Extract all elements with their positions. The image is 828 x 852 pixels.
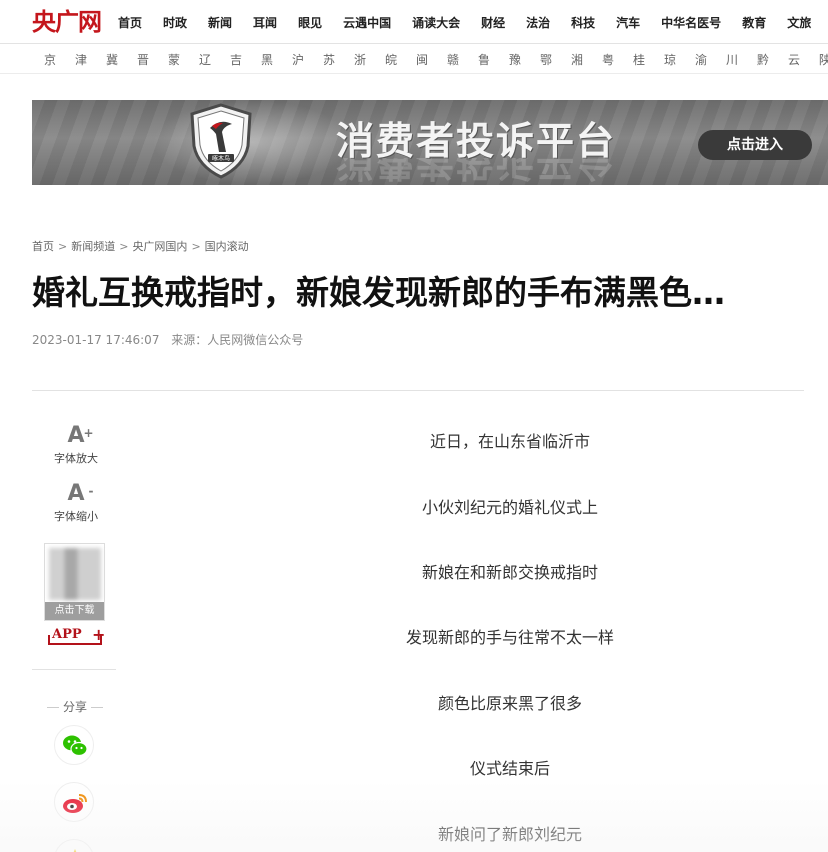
breadcrumb-item[interactable]: 首页: [32, 240, 54, 253]
font-decrease-icon: A-: [67, 481, 94, 506]
breadcrumb-item[interactable]: 新闻频道: [71, 240, 115, 253]
province-link[interactable]: 皖: [385, 51, 416, 68]
font-increase-icon: A +: [67, 423, 94, 448]
article-paragraph: 近日，在山东省临沂市: [429, 432, 590, 451]
nav-item[interactable]: 汽车: [616, 14, 640, 31]
app-label: APP: [52, 627, 82, 642]
tool-divider: [32, 669, 116, 670]
publish-date: 2023-01-17 17:46:07: [32, 333, 160, 347]
nav-item[interactable]: 法治: [526, 14, 550, 31]
province-link[interactable]: 晋: [137, 51, 168, 68]
province-link[interactable]: 冀: [106, 51, 137, 68]
province-link[interactable]: 湘: [571, 51, 602, 68]
breadcrumb-item[interactable]: 国内滚动: [205, 240, 249, 253]
province-link[interactable]: 鲁: [478, 51, 509, 68]
province-bar: 京津冀晋蒙辽吉黑沪苏浙皖闽赣鲁豫鄂湘粤桂琼渝川黔云陕: [0, 44, 828, 74]
article-paragraph: 新娘问了新郎刘纪元: [437, 825, 582, 844]
province-link[interactable]: 陕: [819, 51, 828, 68]
province-link[interactable]: 闽: [416, 51, 447, 68]
nav-item[interactable]: 首页: [118, 14, 142, 31]
province-link[interactable]: 桂: [633, 51, 664, 68]
app-link[interactable]: APP +: [48, 625, 106, 647]
article-paragraph: 仪式结束后: [469, 759, 550, 778]
province-divider: [0, 73, 828, 74]
province-link[interactable]: 渝: [695, 51, 726, 68]
share-heading: 分享: [38, 698, 112, 715]
weibo-icon: [63, 794, 87, 813]
province-link[interactable]: 黔: [757, 51, 788, 68]
banner-title-reflection: 消费者投诉平台: [336, 158, 617, 184]
province-link[interactable]: 吉: [230, 51, 261, 68]
breadcrumb-separator: >: [119, 240, 129, 253]
nav-item[interactable]: 教育: [742, 14, 766, 31]
share-qzone-button[interactable]: [54, 839, 94, 852]
share-weibo-button[interactable]: [54, 782, 94, 822]
download-label: 点击下载: [45, 602, 104, 620]
font-increase-button[interactable]: A + 字体放大: [40, 424, 112, 466]
content-divider: [32, 390, 804, 391]
share-wechat-button[interactable]: [54, 725, 94, 765]
app-download-qr[interactable]: 点击下载: [44, 543, 105, 621]
article-paragraph: 发现新郎的手与往常不太一样: [405, 628, 614, 647]
province-link[interactable]: 粤: [602, 51, 633, 68]
article-source: 来源：人民网微信公众号: [171, 333, 304, 347]
qr-code-image: [49, 548, 101, 600]
breadcrumb: 首页 > 新闻频道 > 央广网国内 > 国内滚动: [32, 238, 249, 254]
banner-badge-text: 啄木鸟: [212, 155, 230, 163]
province-link[interactable]: 津: [75, 51, 106, 68]
article-paragraph: 新娘在和新郎交换戒指时: [421, 563, 598, 582]
nav-item[interactable]: 中华名医号: [661, 14, 721, 31]
province-link[interactable]: 黑: [261, 51, 292, 68]
province-link[interactable]: 豫: [509, 51, 540, 68]
top-nav: 央广网 首页时政新闻耳闻眼见云遇中国诵读大会财经法治科技汽车中华名医号教育文旅军…: [0, 0, 828, 44]
province-link[interactable]: 鄂: [540, 51, 571, 68]
province-link[interactable]: 川: [726, 51, 757, 68]
font-decrease-label: 字体缩小: [54, 510, 98, 523]
font-decrease-button[interactable]: A- 字体缩小: [40, 482, 112, 524]
share-dash-right: [91, 707, 103, 708]
province-link[interactable]: 蒙: [168, 51, 199, 68]
nav-item[interactable]: 眼见: [298, 14, 322, 31]
province-link[interactable]: 赣: [447, 51, 478, 68]
article-paragraph: 小伙刘纪元的婚礼仪式上: [421, 498, 598, 517]
nav-item[interactable]: 诵读大会: [412, 14, 460, 31]
province-link[interactable]: 京: [44, 51, 75, 68]
complaint-platform-banner[interactable]: 啄木鸟 消费者投诉平台 消费者投诉平台 点击进入: [32, 100, 828, 185]
province-link[interactable]: 沪: [292, 51, 323, 68]
province-link[interactable]: 琼: [664, 51, 695, 68]
province-list: 京津冀晋蒙辽吉黑沪苏浙皖闽赣鲁豫鄂湘粤桂琼渝川黔云陕: [44, 44, 828, 74]
banner-enter-button[interactable]: 点击进入: [698, 130, 812, 160]
province-link[interactable]: 浙: [354, 51, 385, 68]
site-logo[interactable]: 央广网: [32, 8, 102, 36]
article-meta: 2023-01-17 17:46:07 来源：人民网微信公众号: [32, 331, 303, 348]
breadcrumb-separator: >: [191, 240, 201, 253]
article-paragraph: 颜色比原来黑了很多: [437, 694, 582, 713]
nav-item[interactable]: 新闻: [208, 14, 232, 31]
qzone-star-icon: [73, 849, 77, 852]
province-link[interactable]: 辽: [199, 51, 230, 68]
woodpecker-shield-icon: 啄木鸟: [190, 103, 252, 179]
nav-item[interactable]: 财经: [481, 14, 505, 31]
font-increase-label: 字体放大: [54, 452, 98, 465]
main-nav: 首页时政新闻耳闻眼见云遇中国诵读大会财经法治科技汽车中华名医号教育文旅军事: [118, 0, 828, 44]
article-title: 婚礼互换戒指时，新娘发现新郎的手布满黑色…: [32, 273, 725, 312]
wechat-icon: [63, 735, 88, 757]
province-link[interactable]: 苏: [323, 51, 354, 68]
share-dash-left: [46, 707, 59, 708]
breadcrumb-separator: >: [58, 240, 68, 253]
nav-item[interactable]: 耳闻: [253, 14, 277, 31]
province-link[interactable]: 云: [788, 51, 819, 68]
plus-icon: +: [92, 625, 106, 644]
share-label: 分享: [62, 700, 87, 714]
nav-item[interactable]: 云遇中国: [343, 14, 391, 31]
nav-item[interactable]: 时政: [163, 14, 187, 31]
nav-item[interactable]: 文旅: [787, 14, 811, 31]
nav-item[interactable]: 科技: [571, 14, 595, 31]
breadcrumb-item[interactable]: 央广网国内: [132, 240, 187, 253]
